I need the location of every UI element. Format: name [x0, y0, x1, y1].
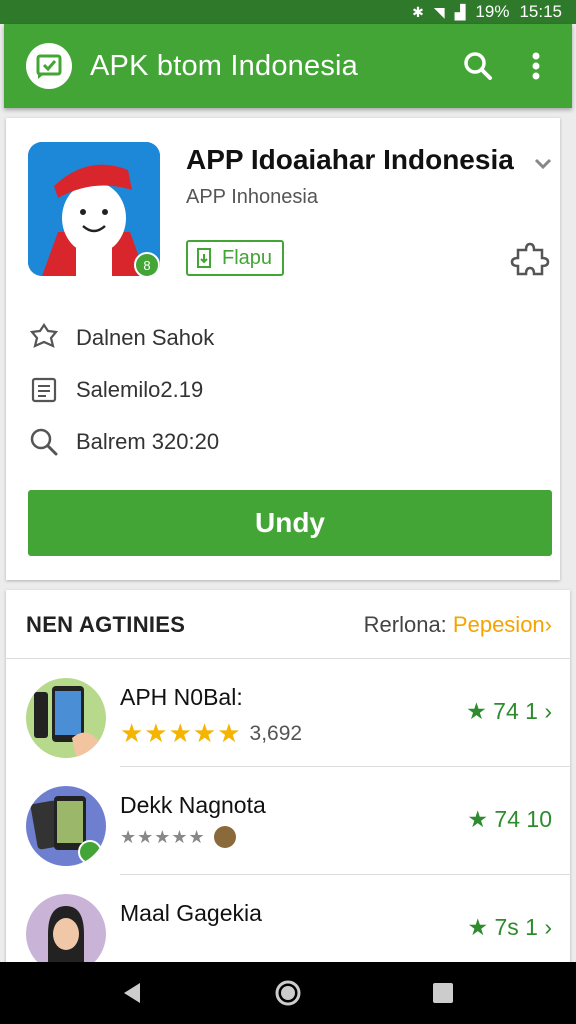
reviewer-avatar-icon: [213, 826, 236, 848]
install-button[interactable]: Undy: [28, 490, 552, 556]
document-icon: [31, 377, 57, 403]
wifi-icon: ◥: [433, 4, 445, 20]
flag-label: Flapu: [222, 246, 273, 269]
chevron-right-icon: ›: [544, 612, 552, 637]
section-more-link[interactable]: Rerlona: Pepesion›: [364, 612, 552, 638]
chevron-down-icon[interactable]: [532, 152, 554, 174]
info-row-text: Balrem 320:20: [76, 429, 220, 454]
security-badge-icon: 8: [134, 252, 160, 276]
home-icon[interactable]: [273, 978, 303, 1008]
info-row-search: Balrem 320:20: [28, 426, 219, 458]
search-icon: [464, 52, 492, 80]
info-row-text: Dalnen Sahok: [76, 325, 215, 350]
developer-name[interactable]: APP Inhonesia: [186, 186, 318, 209]
battery-level: 19%: [475, 2, 510, 21]
flag-icon: [197, 248, 211, 268]
puzzle-icon[interactable]: [510, 240, 550, 280]
flag-chip[interactable]: Flapu: [186, 240, 284, 276]
search-button[interactable]: [456, 44, 500, 88]
divider: [6, 658, 570, 659]
recents-icon[interactable]: [428, 978, 458, 1008]
app-name: APH N0Bal:: [120, 684, 243, 710]
star-icons: ★★★★★: [120, 718, 242, 748]
section-title: NEN AGTINIES: [26, 612, 186, 637]
section-more-highlight: Pepesion: [452, 612, 545, 637]
rating-value: ★ 7s 1 ›: [467, 914, 552, 940]
star-icons: ★★★★★: [120, 826, 206, 847]
info-row-document: Salemilo2.19: [28, 374, 203, 406]
app-icon[interactable]: 8: [28, 142, 160, 276]
info-row-badge: Dalnen Sahok: [28, 322, 214, 354]
search-icon: [30, 428, 58, 456]
app-bar: APK btom Indonesia: [4, 24, 572, 108]
bluetooth-icon: ✱: [412, 4, 424, 20]
divider: [120, 766, 570, 767]
overflow-menu-button[interactable]: [514, 44, 558, 88]
app-name: Maal Gagekia: [120, 900, 262, 926]
divider: [120, 874, 570, 875]
app-thumbnail: [26, 786, 106, 866]
rating-value: ★ 74 1 ›: [466, 698, 552, 724]
app-bar-title: APK btom Indonesia: [90, 49, 358, 82]
app-thumbnail: [26, 678, 106, 758]
app-details-card: 8 APP Idoaiahar Indonesia APP Inhonesia …: [6, 118, 560, 580]
related-apps-card: NEN AGTINIES Rerlona: Pepesion› APH N0Ba…: [6, 590, 570, 974]
badge-icon: [29, 323, 59, 348]
review-count: 3,692: [249, 721, 303, 745]
list-item[interactable]: Dekk Nagnota ★★★★★ ★ 74 10: [6, 786, 570, 878]
store-logo-icon: [26, 43, 72, 89]
clock: 15:15: [519, 2, 562, 21]
more-vert-icon: [532, 52, 540, 80]
list-item[interactable]: APH N0Bal: ★★★★★ 3,692 ★ 74 1 ›: [6, 678, 570, 770]
rating-stars: ★★★★★ 3,692: [120, 718, 302, 749]
back-icon[interactable]: [118, 978, 148, 1008]
status-bar: ✱ ◥ ▟ 19% 15:15: [0, 0, 576, 24]
system-nav-bar: [0, 962, 576, 1024]
rating-value: ★ 74 10: [467, 806, 552, 832]
section-more-prefix: Rerlona:: [363, 612, 453, 637]
app-name: APP Idoaiahar Indonesia: [186, 144, 514, 175]
signal-icon: ▟: [454, 4, 466, 20]
rating-stars: ★★★★★: [120, 826, 236, 848]
info-row-text: Salemilo2.19: [76, 377, 204, 402]
app-name: Dekk Nagnota: [120, 792, 266, 818]
